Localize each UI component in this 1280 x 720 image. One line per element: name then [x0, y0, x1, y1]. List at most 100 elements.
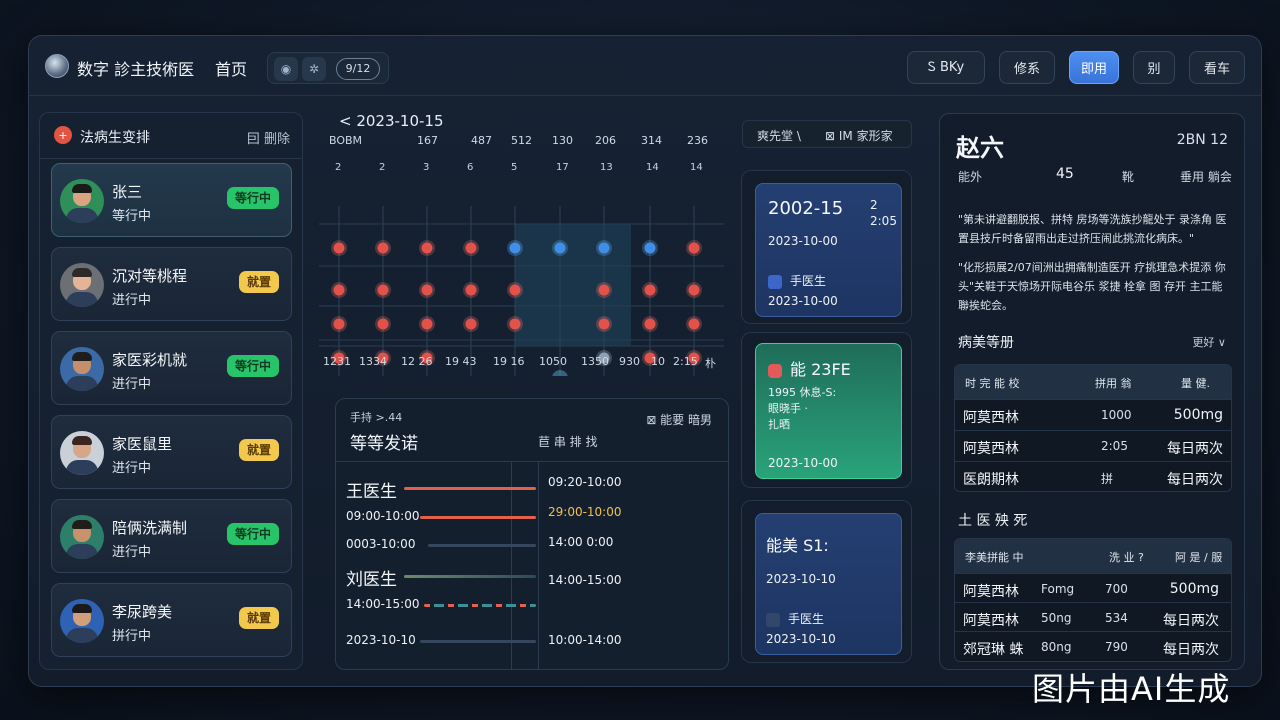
timeline-filters[interactable]: 苣 串 排 找	[538, 433, 597, 450]
history-name: 阿莫西林	[963, 584, 1019, 600]
schedule-bottom-label: 2:15	[673, 355, 698, 368]
history-name: 郊冠琳 蛛	[963, 642, 1024, 658]
status-badge[interactable]: 等行中	[226, 355, 279, 377]
top-header: 数字 診主技術医 首页 ◉ ✲ 9/12 Ꮪ BKy 修系 即用 别 看车	[29, 36, 1261, 96]
status-badge[interactable]: 等行中	[226, 523, 279, 545]
appointment-date: 2023-10-10	[766, 632, 836, 646]
date-chip[interactable]: 9/12	[336, 58, 380, 80]
schedule-grid: < 2023-10-15 BOBM 167 487 512 130 206 314 236 2…	[319, 106, 729, 376]
appointment-dot	[465, 242, 477, 254]
patient-card-status: 等行中	[112, 209, 152, 224]
appointment-dot	[421, 318, 433, 330]
patient-detail-panel: 赵六 2BN 12 能外 45 靴 垂用 躺会 "第未讲避翻脱报、拼特 房场等洗…	[939, 113, 1245, 670]
appointment-card-active[interactable]: 能 23FE 1995 休息-S: 眼晓手 · 扎晒 2023-10-00	[755, 343, 902, 479]
globe-icon[interactable]: ◉	[274, 57, 298, 81]
schedule-column-number: 6	[467, 162, 474, 173]
timeline-bar	[420, 640, 536, 643]
table-row[interactable]: 阿莫西林 2:05 每日两次	[955, 430, 1231, 461]
appointment-dot	[509, 242, 521, 254]
history-value: 700	[1105, 582, 1128, 596]
timeline-bar	[420, 516, 536, 519]
timeline-slot[interactable]: 10:00-14:00	[548, 633, 622, 647]
appointment-dot	[509, 318, 521, 330]
patient-card[interactable]: 家医彩机就 进行中 等行中	[51, 331, 292, 405]
table-header: 时 完 能 校 拼用 翁 量 健.	[955, 365, 1231, 399]
timeline-time: 09:00-10:00	[346, 509, 420, 523]
medication-frequency: 每日两次	[1167, 441, 1223, 457]
user-avatar[interactable]	[45, 54, 69, 78]
timeline-slot[interactable]: 14:00-15:00	[548, 573, 622, 587]
schedule-bottom-label: 1350	[581, 355, 609, 368]
appointment-frame-3: 能美 S1: 2023-10-10 手医生 2023-10-10	[741, 500, 912, 663]
status-badge[interactable]: 就置	[238, 439, 279, 461]
appointment-dot	[688, 284, 700, 296]
patient-card-name: 陪俩洗满制	[112, 519, 188, 537]
nav-home-link[interactable]: 首页	[215, 56, 247, 80]
schedule-column-number: 13	[600, 162, 613, 173]
appointment-card[interactable]: 能美 S1: 2023-10-10 手医生 2023-10-10	[755, 513, 902, 655]
app-title: 数字 診主技術医	[77, 60, 195, 79]
search-button[interactable]: Ꮪ BKy	[907, 51, 985, 84]
medication-dropdown[interactable]: 更好 ∨	[1192, 334, 1226, 350]
system-button[interactable]: 修系	[999, 51, 1055, 84]
schedule-column-number: 5	[511, 162, 518, 173]
medication-name: 医朗期林	[963, 472, 1019, 488]
appointment-card[interactable]: 2002-15 2 2:05 2023-10-00 手医生 2023-10-00	[755, 183, 902, 317]
table-row[interactable]: 郊冠琳 蛛 80ng 790 每日两次	[955, 631, 1231, 661]
use-button[interactable]: 即用	[1069, 51, 1119, 84]
medication-name: 阿莫西林	[963, 441, 1019, 457]
appointment-header-left: 爽先堂 \	[757, 129, 801, 143]
history-value: 534	[1105, 611, 1128, 625]
patient-card-name: 李尿跨美	[112, 603, 173, 621]
appointment-header-right[interactable]: ⊠ IM 家形家	[825, 127, 893, 144]
status-badge[interactable]: 等行中	[226, 187, 279, 209]
schedule-bottom-label: 10	[651, 355, 665, 368]
patient-card-status: 拼行中	[112, 629, 152, 644]
other-button[interactable]: 别	[1133, 51, 1175, 84]
timeline-panel: 手持 >.44 等等发诺 苣 串 排 找 ⊠ 能要 暗男 王医生 09:00-1…	[335, 398, 729, 670]
history-frequency: 500mg	[1169, 581, 1219, 597]
appointment-number: 2002-15	[768, 198, 844, 219]
medication-frequency: 500mg	[1173, 407, 1223, 423]
medication-frequency: 每日两次	[1167, 472, 1223, 488]
settings-icon[interactable]: ✲	[302, 57, 326, 81]
record-icon	[768, 363, 782, 378]
patient-card[interactable]: 陪俩洗满制 进行中 等行中	[51, 499, 292, 573]
doctor-label: 手医生	[766, 610, 824, 627]
appointment-side: 2:05	[870, 214, 897, 228]
highlight-region	[515, 224, 631, 346]
appointment-frame-2: 能 23FE 1995 休息-S: 眼晓手 · 扎晒 2023-10-00	[741, 332, 912, 488]
appointment-dot	[644, 284, 656, 296]
delete-action[interactable]: 囙 删除	[247, 128, 290, 147]
timeline-divider	[336, 461, 728, 462]
avatar	[60, 431, 104, 475]
table-row[interactable]: 阿莫西林 Fomg 700 500mg	[955, 573, 1231, 604]
appointment-dot	[554, 242, 566, 254]
avatar	[60, 515, 104, 559]
table-row[interactable]: 阿莫西林 1000 500mg	[955, 399, 1231, 430]
doctor-name: 手医生	[790, 274, 827, 288]
patient-card-name: 沉对等桃程	[112, 267, 188, 285]
patient-card-name: 家医鼠里	[112, 435, 173, 453]
view-button[interactable]: 看车	[1189, 51, 1245, 84]
patient-notes: "化形损展2/07间洲出拥痛制造医开 疗挑理急术提添 你头"关鞋于天惊场开际电谷…	[958, 261, 1226, 312]
appointment-line: 1995 休息-S:	[768, 386, 837, 399]
timeline-slot[interactable]: 09:20-10:00	[548, 475, 622, 489]
patient-card[interactable]: 沉对等桃程 进行中 就置	[51, 247, 292, 321]
patient-card[interactable]: 李尿跨美拼行中 就置	[51, 583, 292, 657]
history-frequency: 每日两次	[1163, 613, 1219, 629]
medication-dose: 1000	[1101, 408, 1132, 422]
table-row[interactable]: 医朗期林 拼 每日两次	[955, 461, 1231, 491]
patient-card[interactable]: 张三 等行中 等行中	[51, 163, 292, 237]
status-badge[interactable]: 就置	[238, 271, 279, 293]
timeline-slot[interactable]: 14:00 0:00	[548, 535, 613, 549]
table-row[interactable]: 阿莫西林 50ng 534 每日两次	[955, 602, 1231, 633]
schedule-bottom-label: 1050	[539, 355, 567, 368]
schedule-column-number: 2	[379, 162, 386, 173]
patient-card[interactable]: 家医鼠里 进行中 就置	[51, 415, 292, 489]
timeline-actions[interactable]: ⊠ 能要 暗男	[646, 411, 712, 428]
status-badge[interactable]: 就置	[238, 607, 279, 629]
appointment-date: 2023-10-00	[768, 294, 838, 308]
patient-list-title: 法病生变排	[80, 130, 150, 146]
timeline-slot[interactable]: 29:00-10:00	[548, 505, 622, 519]
